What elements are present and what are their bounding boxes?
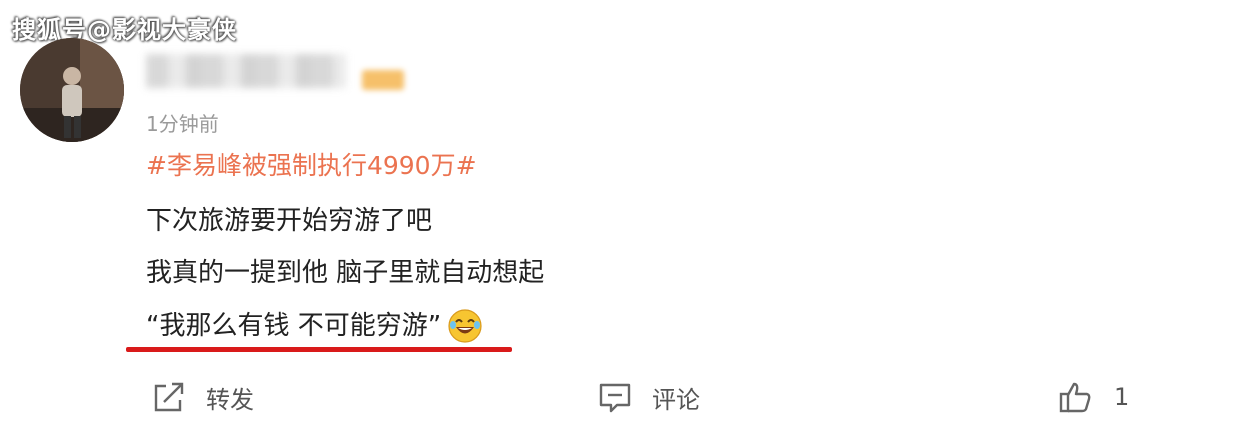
like-button[interactable]: 1 xyxy=(1056,378,1129,416)
action-bar: 转发 评论 1 xyxy=(0,378,1248,422)
comment-label: 评论 xyxy=(652,385,700,414)
user-avatar[interactable] xyxy=(20,38,124,142)
post-text-line-3: “我那么有钱 不可能穷游” xyxy=(146,308,544,344)
avatar-photo xyxy=(20,38,124,142)
share-label: 转发 xyxy=(206,385,254,414)
quote-text: “我那么有钱 不可能穷游” xyxy=(146,311,442,341)
thumbs-up-icon xyxy=(1056,378,1094,416)
watermark-text: 搜狐号@影视大豪侠 xyxy=(12,16,237,44)
like-count: 1 xyxy=(1114,383,1130,411)
comment-button[interactable]: 评论 xyxy=(596,378,700,416)
comment-icon xyxy=(596,378,634,416)
username-blurred[interactable] xyxy=(146,54,346,88)
laughing-tears-emoji-icon xyxy=(447,308,483,344)
share-button[interactable]: 转发 xyxy=(150,378,254,416)
post-text-line-2: 我真的一提到他 脑子里就自动想起 xyxy=(146,258,545,288)
post-content: #李易峰被强制执行4990万# 下次旅游要开始穷游了吧 我真的一提到他 脑子里就… xyxy=(146,150,544,362)
share-icon xyxy=(150,378,188,416)
vip-badge-blurred xyxy=(362,70,404,90)
red-underline xyxy=(126,347,512,352)
hashtag-link[interactable]: #李易峰被强制执行4990万# xyxy=(146,150,544,182)
post-timestamp: 1分钟前 xyxy=(146,112,219,136)
post-text-line-1: 下次旅游要开始穷游了吧 xyxy=(146,206,433,236)
